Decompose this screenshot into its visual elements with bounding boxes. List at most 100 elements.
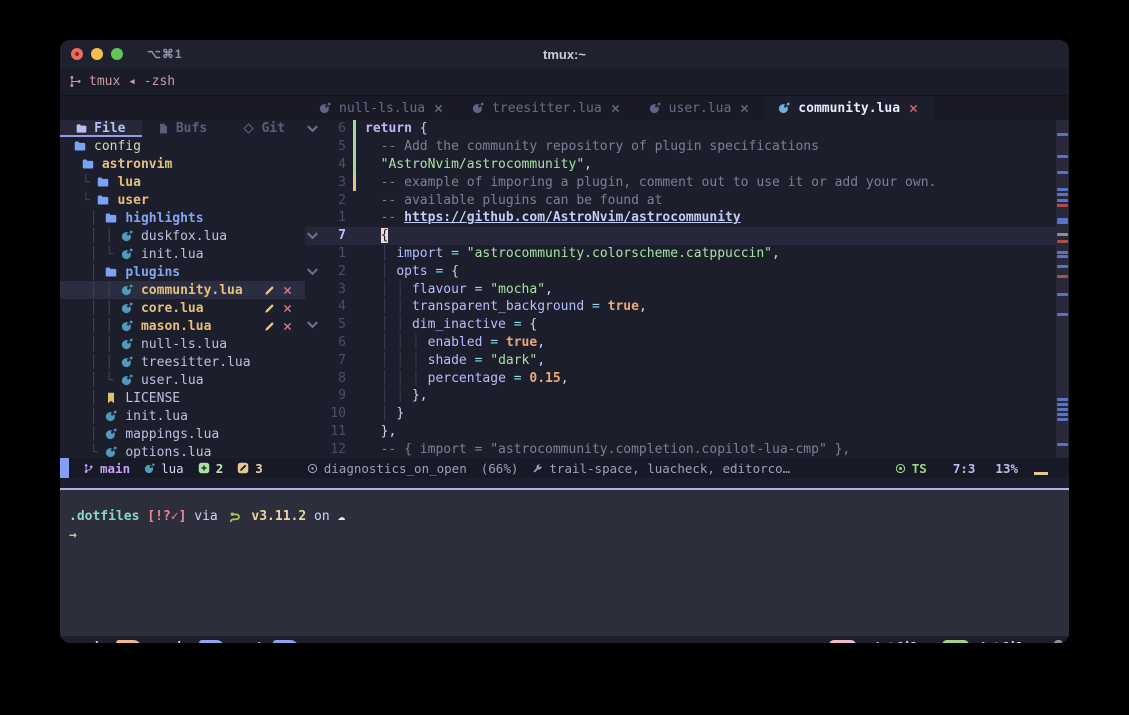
- scrollbar-strip[interactable]: [1056, 120, 1069, 458]
- close-icon[interactable]: [282, 321, 293, 332]
- tmux-window-1[interactable]: nvim1: [69, 640, 142, 644]
- buffer-tab[interactable]: user.lua: [635, 96, 765, 120]
- tree-item[interactable]: └ user: [60, 191, 305, 209]
- code-line[interactable]: 6return {: [305, 120, 1056, 138]
- code-line[interactable]: 3 │ │ flavour = "mocha",: [305, 280, 1056, 298]
- code-line[interactable]: 5 │ │ dim_inactive = {: [305, 316, 1056, 334]
- code-line[interactable]: 4 │ │ transparent_background = true,: [305, 298, 1056, 316]
- tree-item[interactable]: config: [60, 137, 305, 155]
- pencil-icon[interactable]: [264, 285, 275, 296]
- tree-indent-guide: │ │: [74, 229, 121, 244]
- lua-icon: [105, 446, 117, 458]
- code-line[interactable]: 12 -- { import = "astrocommunity.complet…: [305, 440, 1056, 458]
- code-line[interactable]: 2 │ opts = {: [305, 262, 1056, 280]
- position-value: 7:3: [953, 461, 976, 476]
- neotree-tab-file[interactable]: File: [60, 120, 142, 137]
- tree-item[interactable]: │ highlights: [60, 209, 305, 227]
- git-added: 2: [198, 461, 224, 476]
- sign-column: [353, 440, 356, 458]
- tmux-window-name: nvim: [151, 641, 198, 643]
- close-icon[interactable]: [908, 103, 919, 114]
- scrollbar-mark: [1057, 171, 1068, 174]
- tmux-window-2[interactable]: nvim2: [151, 640, 224, 644]
- tree-item[interactable]: │ │ null-ls.lua: [60, 335, 305, 353]
- code-line[interactable]: 1 -- https://github.com/AstroNvim/astroc…: [305, 209, 1056, 227]
- line-number: 3: [320, 175, 353, 190]
- tree-item-label: options.lua: [125, 445, 211, 459]
- tree-item[interactable]: │ │ duskfox.lua: [60, 227, 305, 245]
- tree-item[interactable]: │ │ treesitter.lua: [60, 353, 305, 371]
- tree-item-badges: [264, 285, 305, 296]
- editor-area[interactable]: 6return {5 -- Add the community reposito…: [305, 120, 1069, 458]
- session-path-label: .dotfiles: [864, 641, 934, 643]
- tree-item[interactable]: │ mappings.lua: [60, 425, 305, 443]
- code-line[interactable]: 11 },: [305, 423, 1056, 441]
- tree-item[interactable]: │ │ core.lua: [60, 299, 305, 317]
- tree-item[interactable]: │ └ init.lua: [60, 245, 305, 263]
- code-line[interactable]: 3 -- example of imporing a plugin, comme…: [305, 173, 1056, 191]
- line-number: 7: [320, 228, 353, 243]
- close-icon[interactable]: [610, 103, 621, 114]
- pencil-icon[interactable]: [264, 321, 275, 332]
- sign-column: [353, 405, 356, 423]
- code-line[interactable]: 8 │ │ │ percentage = 0.15,: [305, 369, 1056, 387]
- buffer-tab[interactable]: treesitter.lua: [458, 96, 635, 120]
- buffer-tab[interactable]: community.lua: [764, 96, 933, 120]
- neotree-tab-bufs[interactable]: Bufs: [142, 120, 224, 137]
- tree-item[interactable]: │ └ user.lua: [60, 371, 305, 389]
- code-line[interactable]: 7 {: [305, 227, 1056, 245]
- code-line[interactable]: 10 │ }: [305, 405, 1056, 423]
- code-line[interactable]: 5 -- Add the community repository of plu…: [305, 138, 1056, 156]
- lua-icon: [121, 230, 133, 242]
- tree-item-label: plugins: [125, 265, 180, 280]
- tree-item[interactable]: │ plugins: [60, 263, 305, 281]
- tree-item-label: lua: [117, 175, 140, 190]
- tree-item[interactable]: │ │ mason.lua: [60, 317, 305, 335]
- buffer-tab[interactable]: null-ls.lua: [305, 96, 458, 120]
- tree-item[interactable]: └ lua: [60, 173, 305, 191]
- fold-chevron-icon[interactable]: [305, 121, 320, 136]
- close-icon[interactable]: [282, 303, 293, 314]
- tree-item[interactable]: │ LICENSE: [60, 389, 305, 407]
- shell-segment: on: [306, 509, 337, 524]
- tree-item-label: init.lua: [141, 247, 204, 262]
- tree-item[interactable]: astronvim: [60, 155, 305, 173]
- line-number: 3: [320, 282, 353, 297]
- line-number: 5: [320, 139, 353, 154]
- close-icon[interactable]: [433, 103, 444, 114]
- sign-column: [353, 334, 356, 352]
- neotree-tab-git[interactable]: Git: [223, 120, 305, 137]
- terminal-window: ⌥⌘1 tmux:~ tmux ◂ -zsh null-ls.luatreesi…: [60, 40, 1069, 643]
- code-line[interactable]: 4 "AstroNvim/astrocommunity",: [305, 156, 1056, 174]
- fold-chevron-icon[interactable]: [305, 264, 320, 279]
- code-line[interactable]: 2 -- available plugins can be found at: [305, 191, 1056, 209]
- code-line[interactable]: 6 │ │ │ enabled = true,: [305, 334, 1056, 352]
- fold-chevron-icon[interactable]: [305, 317, 320, 332]
- tree-item[interactable]: │ init.lua: [60, 407, 305, 425]
- tmux-status-bar: nvim1nvim2zsh3 .dotfilesdotfiles: [60, 636, 1069, 643]
- shell-input-line[interactable]: →: [69, 526, 1069, 545]
- lua-icon: [649, 102, 661, 114]
- tmux-window-name: nvim: [69, 641, 116, 643]
- close-icon[interactable]: [739, 103, 750, 114]
- tree-item[interactable]: │ │ community.lua: [60, 281, 305, 299]
- window-title: tmux:~: [60, 47, 1069, 62]
- pencil-icon[interactable]: [264, 303, 275, 314]
- shell-prompt-line: .dotfiles [!?✓] via v3.11.2 on ☁: [69, 507, 1069, 526]
- close-icon[interactable]: [282, 285, 293, 296]
- shell-pane[interactable]: .dotfiles [!?✓] via v3.11.2 on ☁→: [60, 490, 1069, 636]
- sign-column: [353, 262, 356, 280]
- tree-item-badges: [264, 303, 305, 314]
- fold-chevron-icon[interactable]: [305, 228, 320, 243]
- tmux-window-3[interactable]: zsh3: [234, 640, 299, 644]
- terminal-badge: [942, 640, 969, 643]
- tree-indent-guide: └: [74, 445, 105, 459]
- code-line[interactable]: 1 │ import = "astrocommunity.colorscheme…: [305, 245, 1056, 263]
- tree-item[interactable]: └ options.lua: [60, 443, 305, 458]
- branch-name: main: [100, 461, 130, 476]
- snake-icon[interactable]: [228, 510, 242, 524]
- code-line[interactable]: 9 │ │ },: [305, 387, 1056, 405]
- terminal-tab[interactable]: tmux ◂ -zsh: [69, 74, 175, 89]
- folder-icon: [74, 140, 86, 152]
- code-line[interactable]: 7 │ │ │ shade = "dark",: [305, 351, 1056, 369]
